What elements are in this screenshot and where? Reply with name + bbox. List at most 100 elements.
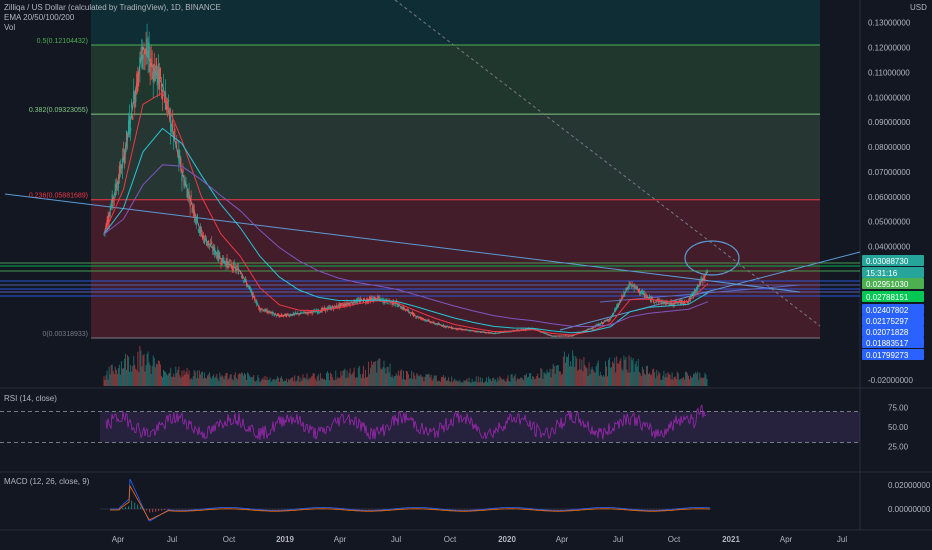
volume-bar xyxy=(106,370,108,386)
volume-bar xyxy=(439,381,441,386)
candle-body xyxy=(603,320,606,322)
macd-histogram-bar xyxy=(128,506,130,509)
volume-bar xyxy=(528,376,530,386)
volume-bar xyxy=(339,377,341,386)
candle-body xyxy=(698,286,700,287)
volume-bar xyxy=(504,381,506,386)
candle-body xyxy=(445,325,448,328)
candle-body xyxy=(150,58,152,67)
volume-bar xyxy=(283,380,285,386)
candle-body xyxy=(174,128,176,138)
macd-label[interactable]: MACD (12, 26, close, 9) xyxy=(4,477,89,486)
candle-body xyxy=(124,150,127,155)
volume-bar xyxy=(465,380,467,386)
volume-bar xyxy=(293,381,295,386)
volume-bar xyxy=(220,376,222,386)
volume-bar xyxy=(195,378,197,386)
candle-body xyxy=(237,267,239,275)
volume-bar xyxy=(453,380,455,386)
volume-bar xyxy=(513,376,515,386)
volume-bar xyxy=(620,358,622,386)
candle-body xyxy=(556,335,558,337)
candle-body xyxy=(553,336,555,337)
volume-bar xyxy=(375,360,377,386)
candle-body xyxy=(274,313,276,315)
volume-bar xyxy=(203,372,205,386)
volume-bar xyxy=(394,376,396,386)
volume-bar xyxy=(319,373,321,386)
rsi-label[interactable]: RSI (14, close) xyxy=(4,394,57,403)
candle-body xyxy=(128,120,130,132)
price-badge-text-0: 0.03088730 xyxy=(866,257,909,266)
volume-bar xyxy=(388,372,390,386)
candle-body xyxy=(146,39,148,57)
candle-body xyxy=(152,71,154,83)
volume-bar xyxy=(670,379,672,386)
candle-body xyxy=(316,310,318,314)
volume-bar xyxy=(427,374,429,386)
volume-bar xyxy=(170,367,172,386)
volume-bar xyxy=(463,380,465,386)
volume-bar xyxy=(369,374,371,386)
volume-bar xyxy=(560,374,562,386)
volume-bar xyxy=(499,376,501,386)
volume-bar xyxy=(231,378,233,386)
candle-body xyxy=(243,279,246,281)
volume-bar xyxy=(360,378,362,386)
volume-bar xyxy=(127,355,129,386)
volume-indicator-label[interactable]: Vol xyxy=(4,23,221,33)
volume-bar xyxy=(565,356,567,386)
volume-bar xyxy=(563,351,565,386)
volume-bar xyxy=(264,375,266,386)
candle-body xyxy=(484,333,487,334)
volume-bar xyxy=(611,367,613,386)
candle-body xyxy=(429,321,431,323)
candle-body xyxy=(600,322,602,323)
volume-bar xyxy=(338,378,340,386)
candle-body xyxy=(242,280,245,281)
candle-body xyxy=(195,221,197,225)
candle-body xyxy=(466,329,468,331)
candle-body xyxy=(185,181,187,184)
symbol-title[interactable]: Zilliqa / US Dollar (calculated by Tradi… xyxy=(4,3,221,13)
fib-label-0: 0.5(0.12104432) xyxy=(37,38,88,45)
volume-bar xyxy=(495,379,497,386)
volume-bar xyxy=(554,373,556,386)
time-tick-9: Jul xyxy=(613,535,623,544)
volume-bar xyxy=(411,370,413,386)
candle-body xyxy=(571,335,573,337)
volume-bar xyxy=(679,379,681,386)
candle-body xyxy=(475,331,477,333)
volume-bar xyxy=(574,366,576,386)
candle-body xyxy=(605,319,608,321)
volume-bar xyxy=(703,377,705,386)
candle-body xyxy=(273,314,275,316)
volume-bar xyxy=(643,373,645,386)
volume-bar xyxy=(436,381,438,386)
candle-body xyxy=(191,207,193,213)
ema-indicator-label[interactable]: EMA 20/50/100/200 xyxy=(4,13,221,23)
candle-body xyxy=(625,287,627,291)
candle-body xyxy=(266,309,268,314)
volume-bar xyxy=(510,374,512,386)
candle-body xyxy=(705,271,707,275)
volume-bar xyxy=(362,365,364,386)
candle-body xyxy=(413,313,415,317)
candle-body xyxy=(140,51,142,55)
volume-bar xyxy=(474,381,476,386)
candle-body xyxy=(371,297,373,300)
volume-bar xyxy=(258,377,260,386)
volume-bar xyxy=(488,376,490,386)
volume-bar xyxy=(406,371,408,386)
volume-bar xyxy=(307,379,309,386)
candle-body xyxy=(357,299,359,300)
candle-body xyxy=(278,315,280,318)
volume-bar xyxy=(612,361,614,386)
candle-body xyxy=(267,312,269,314)
price-chart[interactable]: 0.5(0.12104432) 0.382(0.09323055) 0.236(0.… xyxy=(0,0,932,550)
volume-bar xyxy=(505,381,507,386)
volume-bar xyxy=(104,380,106,386)
volume-bar xyxy=(441,377,443,386)
volume-bar xyxy=(167,375,169,386)
volume-bar xyxy=(704,372,706,386)
